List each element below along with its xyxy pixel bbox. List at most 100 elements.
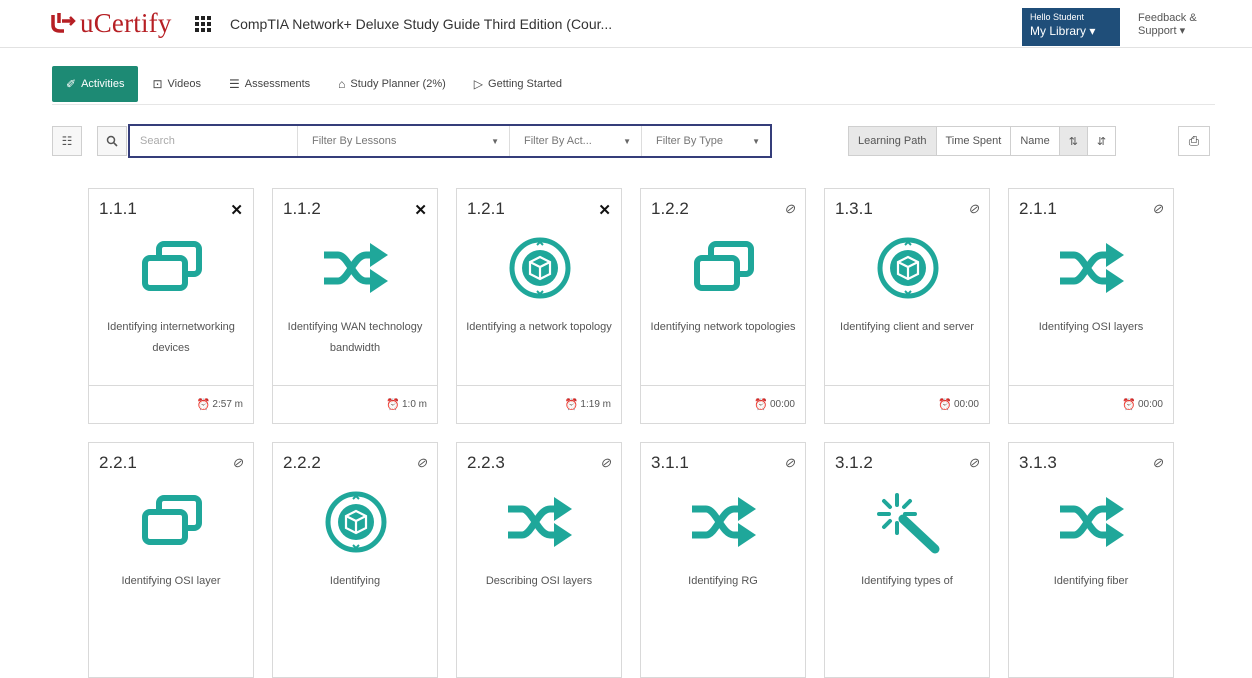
activity-time-footer: ⏰ 2:57 m <box>89 385 253 423</box>
activity-card-3-1-1[interactable]: 3.1.1 ⊘ Identifying RG <box>640 442 806 678</box>
activity-title[interactable]: Identifying OSI layer <box>97 571 245 592</box>
activity-title[interactable]: Identifying RG <box>649 571 797 592</box>
activity-tabs: ✐ Activities ⊡ Videos ☰ Assessments ⌂ St… <box>52 66 576 102</box>
activity-title[interactable]: Identifying client and server <box>833 317 981 338</box>
tabs-divider <box>52 104 1215 105</box>
feedback-support-menu[interactable]: Feedback & Support ▾ <box>1138 12 1197 38</box>
activity-title[interactable]: Identifying types of <box>833 571 981 592</box>
hidden-eye-icon[interactable]: ⊘ <box>232 455 243 471</box>
filter-lessons-label: Filter By Lessons <box>312 135 397 147</box>
hidden-eye-icon[interactable]: ⊘ <box>600 455 611 471</box>
time-spent: 2:57 m <box>212 399 243 410</box>
close-icon[interactable]: ✕ <box>230 201 243 219</box>
time-spent: 00:00 <box>1137 399 1163 410</box>
sort-learning-path-button[interactable]: Learning Path <box>849 127 937 155</box>
hidden-eye-icon[interactable]: ⊘ <box>968 455 979 471</box>
print-button[interactable]: ⎙ <box>1178 126 1210 156</box>
sort-descending-button[interactable]: ⇵ <box>1087 127 1116 155</box>
windows-icon <box>132 233 212 303</box>
top-header: uCertify CompTIA Network+ Deluxe Study G… <box>0 0 1252 48</box>
shuffle-icon <box>684 487 764 557</box>
play-icon: ▷ <box>473 77 484 91</box>
sort-ascending-button[interactable]: ⇅ <box>1059 127 1088 155</box>
hidden-eye-icon[interactable]: ⊘ <box>784 201 795 217</box>
hidden-eye-icon[interactable]: ⊘ <box>968 201 979 217</box>
activity-time-footer: ⏰ 00:00 <box>1009 385 1173 423</box>
caret-down-icon: ▼ <box>491 136 499 146</box>
caret-down-icon: ▼ <box>623 136 631 146</box>
alarm-clock-icon: ⏰ <box>196 399 211 411</box>
ucertify-logo[interactable]: uCertify <box>50 6 172 40</box>
activity-title[interactable]: Identifying OSI layers <box>1017 317 1165 338</box>
activity-card-1-1-1[interactable]: 1.1.1 ✕ Identifying internetworking device… <box>88 188 254 424</box>
course-title[interactable]: CompTIA Network+ Deluxe Study Guide Thir… <box>230 16 612 32</box>
tab-videos[interactable]: ⊡ Videos <box>138 66 215 102</box>
apps-grid-icon[interactable] <box>195 16 211 32</box>
activity-time-footer: ⏰ 1:19 m <box>457 385 621 423</box>
activity-number: 1.2.2 <box>651 199 689 218</box>
search-button[interactable] <box>97 126 127 156</box>
tab-assessments[interactable]: ☰ Assessments <box>215 66 324 102</box>
support-label: Support ▾ <box>1138 25 1186 37</box>
filter-activity-label: Filter By Act... <box>524 135 592 147</box>
sort-time-spent-button[interactable]: Time Spent <box>936 127 1012 155</box>
activity-card-2-2-1[interactable]: 2.2.1 ⊘ Identifying OSI layer <box>88 442 254 678</box>
activity-title[interactable]: Identifying WAN technology bandwidth <box>281 317 429 359</box>
tab-getting-started[interactable]: ▷ Getting Started <box>460 66 576 102</box>
activity-time-footer: ⏰ 1:0 m <box>273 385 437 423</box>
sort-options: Learning Path Time Spent Name ⇅ ⇵ <box>848 126 1117 156</box>
activity-card-2-2-2[interactable]: 2.2.2 ⊘ Identifying <box>272 442 438 678</box>
activity-title[interactable]: Identifying a network topology <box>465 317 613 338</box>
activity-card-1-3-1[interactable]: 1.3.1 ⊘ Identifying client and server ⏰ 00:0… <box>824 188 990 424</box>
activity-number: 2.2.3 <box>467 453 505 472</box>
pin-icon: ✐ <box>66 77 77 91</box>
activity-title[interactable]: Describing OSI layers <box>465 571 613 592</box>
hidden-eye-icon[interactable]: ⊘ <box>1152 201 1163 217</box>
magic-wand-icon <box>868 487 948 557</box>
activity-card-2-2-3[interactable]: 2.2.3 ⊘ Describing OSI layers <box>456 442 622 678</box>
shuffle-icon <box>316 233 396 303</box>
sort-descending-icon: ⇵ <box>1096 135 1107 148</box>
activity-number: 2.1.1 <box>1019 199 1057 218</box>
activity-card-2-1-1[interactable]: 2.1.1 ⊘ Identifying OSI layers ⏰ 00:00 <box>1008 188 1174 424</box>
activity-title[interactable]: Identifying <box>281 571 429 592</box>
activity-title[interactable]: Identifying fiber <box>1017 571 1165 592</box>
hidden-eye-icon[interactable]: ⊘ <box>416 455 427 471</box>
activity-number: 2.2.2 <box>283 453 321 472</box>
activity-number: 1.2.1 <box>467 199 505 218</box>
activity-card-1-2-2[interactable]: 1.2.2 ⊘ Identifying network topologies ⏰ 00:… <box>640 188 806 424</box>
video-icon: ⊡ <box>152 77 163 91</box>
filter-by-activity-dropdown[interactable]: Filter By Act... ▼ <box>510 126 642 156</box>
list-icon: ☰ <box>228 77 240 91</box>
alarm-clock-icon: ⏰ <box>754 399 768 411</box>
close-icon[interactable]: ✕ <box>598 201 611 219</box>
hidden-eye-icon[interactable]: ⊘ <box>1152 455 1163 471</box>
close-icon[interactable]: ✕ <box>414 201 427 219</box>
hidden-eye-icon[interactable]: ⊘ <box>784 455 795 471</box>
alarm-clock-icon: ⏰ <box>1122 399 1136 411</box>
list-view-toggle-button[interactable]: ☷ <box>52 126 82 156</box>
tab-activities[interactable]: ✐ Activities <box>52 66 139 102</box>
tab-study-planner[interactable]: ⌂ Study Planner (2%) <box>324 66 460 102</box>
alarm-clock-icon: ⏰ <box>564 399 579 411</box>
sort-name-button[interactable]: Name <box>1011 127 1060 155</box>
logo-text: uCertify <box>80 7 172 38</box>
activity-title[interactable]: Identifying internetworking devices <box>97 317 245 359</box>
activity-number: 1.1.2 <box>283 199 321 218</box>
cube-icon <box>868 233 948 303</box>
activity-card-1-1-2[interactable]: 1.1.2 ✕ Identifying WAN technology bandwid… <box>272 188 438 424</box>
filter-by-lessons-dropdown[interactable]: Filter By Lessons ▼ <box>298 126 510 156</box>
time-spent: 00:00 <box>769 399 795 410</box>
activity-card-3-1-3[interactable]: 3.1.3 ⊘ Identifying fiber <box>1008 442 1174 678</box>
activity-card-3-1-2[interactable]: 3.1.2 ⊘ Identifying types of <box>824 442 990 678</box>
filter-by-type-dropdown[interactable]: Filter By Type ▼ <box>642 126 770 156</box>
planner-icon: ⌂ <box>338 77 346 91</box>
list-view-icon: ☷ <box>61 134 73 148</box>
search-input[interactable] <box>130 126 298 156</box>
search-icon <box>106 135 118 147</box>
activity-title[interactable]: Identifying network topologies <box>649 317 797 338</box>
activity-card-1-2-1[interactable]: 1.2.1 ✕ Identifying a network topology ⏰ 1:1… <box>456 188 622 424</box>
tab-label: Study Planner (2%) <box>350 78 446 90</box>
activity-number: 3.1.2 <box>835 453 873 472</box>
my-library-button[interactable]: Hello Student My Library ▾ <box>1022 8 1120 46</box>
